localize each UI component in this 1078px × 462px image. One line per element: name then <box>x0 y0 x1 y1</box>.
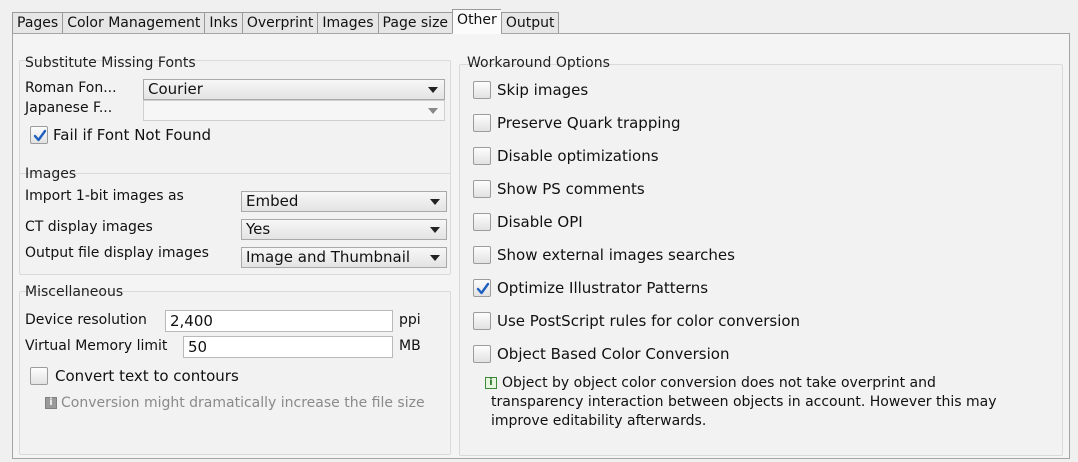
japanese-font-label: Japanese F... <box>25 100 113 116</box>
workaround-option-checkbox[interactable] <box>473 279 491 297</box>
workaround-option-checkbox[interactable] <box>473 246 491 264</box>
ct-display-value: Yes <box>246 220 271 238</box>
workaround-option-checkbox[interactable] <box>473 213 491 231</box>
japanese-font-select[interactable] <box>143 100 445 121</box>
checkmark-icon <box>33 129 47 142</box>
convert-text-label: Convert text to contours <box>55 367 239 385</box>
virtual-memory-unit: MB <box>399 338 421 354</box>
workaround-option-checkbox[interactable] <box>473 81 491 99</box>
tab-inks[interactable]: Inks <box>204 12 242 34</box>
workaround-option-checkbox[interactable] <box>473 147 491 165</box>
workaround-group-title: Workaround Options <box>467 55 610 71</box>
ct-display-label: CT display images <box>25 219 153 235</box>
chevron-down-icon <box>430 255 440 261</box>
import-1bit-select[interactable]: Embed <box>241 191 447 212</box>
fonts-group-title: Substitute Missing Fonts <box>25 55 196 71</box>
tab-pages[interactable]: Pages <box>12 12 63 34</box>
chevron-down-icon <box>430 227 440 233</box>
workaround-option-label: Disable optimizations <box>497 147 659 165</box>
workaround-option-checkbox[interactable] <box>473 345 491 363</box>
workaround-option-label: Disable OPI <box>497 213 583 231</box>
workaround-option-label: Use PostScript rules for color conversio… <box>497 312 801 330</box>
workaround-option-label: Show PS comments <box>497 180 645 198</box>
workaround-note-line-3: improve editability afterwards. <box>491 413 707 429</box>
convert-text-checkbox[interactable] <box>30 367 48 385</box>
chevron-down-icon <box>430 199 440 205</box>
workaround-option-label: Skip images <box>497 81 589 99</box>
workaround-option-label: Object Based Color Conversion <box>497 345 730 363</box>
virtual-memory-label: Virtual Memory limit <box>25 338 168 354</box>
workaround-option-checkbox[interactable] <box>473 114 491 132</box>
import-1bit-value: Embed <box>246 192 299 210</box>
chevron-down-icon <box>428 108 438 114</box>
virtual-memory-input[interactable]: 50 <box>183 336 393 358</box>
roman-font-label: Roman Fon... <box>25 80 117 96</box>
info-icon: i <box>45 397 57 409</box>
misc-group-title: Miscellaneous <box>25 284 124 300</box>
workaround-note-line-1: Object by object color conversion does n… <box>502 375 936 391</box>
device-resolution-unit: ppi <box>399 312 421 328</box>
tab-panel-other: Substitute Missing Fonts Roman Fon... Co… <box>12 33 1070 459</box>
workaround-option-checkbox[interactable] <box>473 312 491 330</box>
workaround-note-line-2: transparency interaction between objects… <box>491 394 997 410</box>
chevron-down-icon <box>428 87 438 93</box>
roman-font-value: Courier <box>148 80 203 98</box>
fail-if-font-not-found-checkbox[interactable] <box>30 126 48 144</box>
import-1bit-label: Import 1-bit images as <box>25 188 184 204</box>
ct-display-select[interactable]: Yes <box>241 219 447 240</box>
device-resolution-label: Device resolution <box>25 312 147 328</box>
fail-if-font-not-found-label: Fail if Font Not Found <box>53 126 212 144</box>
output-display-value: Image and Thumbnail <box>246 248 411 266</box>
tab-output[interactable]: Output <box>500 12 560 34</box>
tab-color-management[interactable]: Color Management <box>62 12 205 34</box>
workaround-option-label: Show external images searches <box>497 246 735 264</box>
convert-text-note: Conversion might dramatically increase t… <box>61 395 425 411</box>
tab-bar: Pages Color Management Inks Overprint Im… <box>12 9 560 34</box>
tab-other[interactable]: Other <box>452 9 501 34</box>
output-display-label: Output file display images <box>25 245 209 261</box>
tab-page-size[interactable]: Page size <box>377 12 453 34</box>
device-resolution-input[interactable]: 2,400 <box>165 310 393 332</box>
workaround-option-checkbox[interactable] <box>473 180 491 198</box>
images-group-title: Images <box>25 166 77 182</box>
output-display-select[interactable]: Image and Thumbnail <box>241 247 447 268</box>
checkmark-icon <box>476 282 490 295</box>
info-icon: i <box>485 377 497 389</box>
roman-font-select[interactable]: Courier <box>143 79 445 100</box>
workaround-option-label: Preserve Quark trapping <box>497 114 681 132</box>
tab-overprint[interactable]: Overprint <box>241 12 318 34</box>
tab-images[interactable]: Images <box>317 12 378 34</box>
workaround-option-label: Optimize Illustrator Patterns <box>497 279 709 297</box>
